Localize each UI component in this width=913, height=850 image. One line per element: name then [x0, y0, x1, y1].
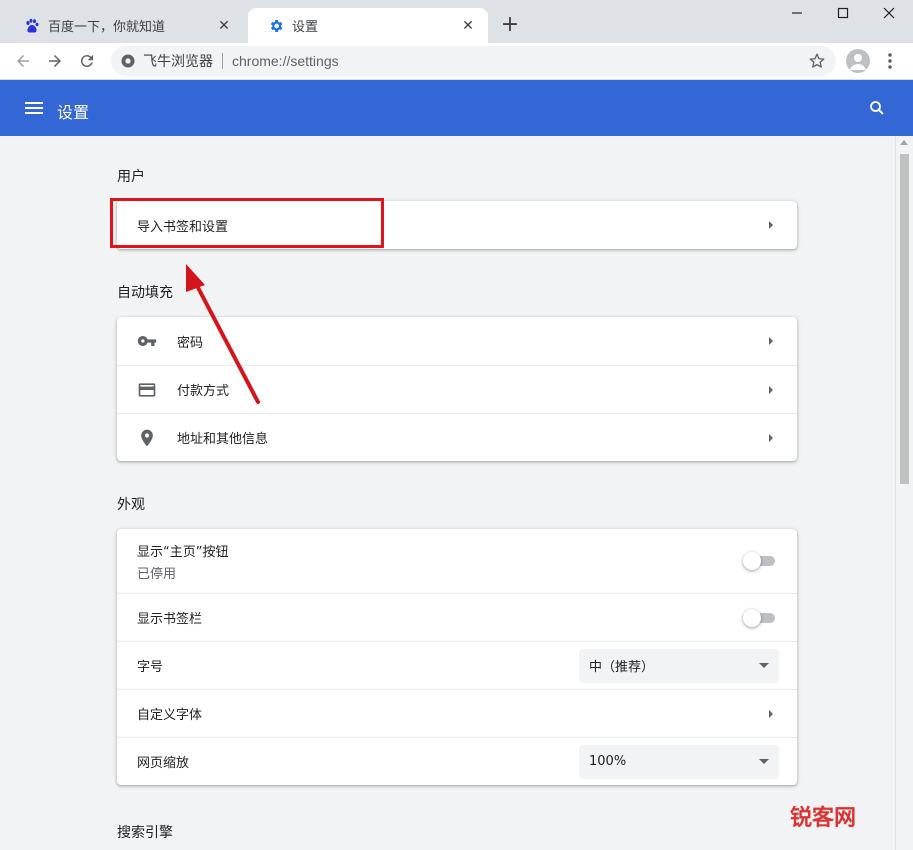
tab-title: 百度一下，你就知道 — [48, 20, 166, 35]
tab-close-icon[interactable]: ✕ — [460, 18, 476, 34]
vertical-scrollbar[interactable] — [895, 136, 913, 850]
row-text: 显示“主页”按钮 已停用 — [137, 541, 745, 582]
select-value: 100% — [589, 754, 627, 769]
row-custom-fonts[interactable]: 自定义字体 — [117, 689, 797, 737]
select-value: 中（推荐） — [589, 660, 655, 675]
back-button[interactable] — [11, 49, 35, 73]
row-show-home-button[interactable]: 显示“主页”按钮 已停用 — [117, 529, 797, 593]
omnibox-divider — [222, 53, 223, 69]
chevron-right-icon — [765, 708, 777, 720]
tab-baidu[interactable]: 百度一下，你就知道 ✕ — [4, 8, 244, 43]
forward-button[interactable] — [43, 49, 67, 73]
minimize-button[interactable] — [774, 4, 820, 26]
row-passwords[interactable]: 密码 — [117, 317, 797, 365]
row-label: 显示书签栏 — [137, 612, 203, 627]
card-appearance: 显示“主页”按钮 已停用 显示书签栏 字号 中（推荐） 自定义字体 网页缩放 1… — [117, 529, 797, 785]
bookmark-star-icon[interactable] — [808, 52, 826, 70]
new-tab-button[interactable]: + — [499, 14, 521, 36]
row-label: 密码 — [177, 335, 204, 351]
key-icon — [137, 331, 157, 351]
maximize-button[interactable] — [820, 4, 866, 26]
location-pin-icon — [137, 428, 157, 448]
page-zoom-select[interactable]: 100% — [579, 744, 779, 779]
hamburger-menu-icon[interactable] — [25, 99, 43, 117]
chevron-right-icon — [765, 432, 777, 444]
row-show-bookmarks-bar[interactable]: 显示书签栏 — [117, 593, 797, 641]
section-title-appearance: 外观 — [117, 497, 145, 513]
row-payment-methods[interactable]: 付款方式 — [117, 365, 797, 413]
row-font-size: 字号 中（推荐） — [117, 641, 797, 689]
browser-toolbar: 飞牛浏览器 chrome://settings — [0, 43, 913, 80]
tab-strip: 百度一下，你就知道 ✕ 设置 ✕ + — [0, 0, 913, 43]
font-size-select[interactable]: 中（推荐） — [579, 648, 779, 683]
card-autofill: 密码 付款方式 地址和其他信息 — [117, 317, 797, 461]
row-label: 显示“主页”按钮 — [137, 544, 229, 560]
reload-button[interactable] — [75, 49, 99, 73]
section-title-user: 用户 — [117, 169, 145, 185]
toggle-knob — [743, 608, 761, 627]
settings-header: 设置 — [0, 80, 913, 136]
search-icon[interactable] — [868, 99, 886, 117]
scroll-up-arrow-icon[interactable] — [900, 140, 908, 145]
tab-title: 设置 — [292, 20, 319, 35]
more-menu-icon[interactable] — [884, 50, 896, 72]
row-addresses[interactable]: 地址和其他信息 — [117, 413, 797, 461]
home-button-toggle[interactable] — [743, 551, 777, 571]
annotation-highlight-box — [110, 198, 384, 248]
chevron-right-icon — [765, 384, 777, 396]
profile-avatar[interactable] — [846, 49, 870, 73]
site-name: 飞牛浏览器 — [143, 54, 213, 70]
toggle-knob — [743, 552, 761, 570]
row-sublabel: 已停用 — [137, 566, 177, 582]
tab-settings[interactable]: 设置 ✕ — [248, 8, 488, 43]
row-label: 付款方式 — [177, 384, 230, 399]
dropdown-caret-icon — [759, 758, 769, 764]
tab-close-icon[interactable]: ✕ — [216, 18, 232, 34]
address-bar[interactable]: 飞牛浏览器 chrome://settings — [111, 46, 836, 76]
chevron-right-icon — [765, 335, 777, 347]
browser-logo-icon — [121, 54, 135, 68]
watermark-text: 锐客网 — [790, 806, 857, 831]
row-label: 地址和其他信息 — [177, 432, 269, 447]
baidu-paw-icon — [24, 18, 40, 34]
row-label: 网页缩放 — [137, 756, 190, 771]
gear-icon — [268, 18, 284, 34]
row-label: 字号 — [137, 660, 164, 675]
close-window-button[interactable] — [866, 4, 912, 26]
bookmarks-bar-toggle[interactable] — [743, 608, 777, 628]
url-text[interactable]: chrome://settings — [232, 53, 339, 69]
credit-card-icon — [137, 380, 157, 400]
row-label: 自定义字体 — [137, 708, 203, 723]
chevron-right-icon — [765, 219, 777, 231]
dropdown-caret-icon — [759, 662, 769, 668]
watermark-logo: 锐客网 — [790, 800, 856, 832]
row-page-zoom: 网页缩放 100% — [117, 737, 797, 785]
scroll-thumb[interactable] — [900, 154, 909, 484]
page-title: 设置 — [57, 103, 90, 122]
section-title-search: 搜索引擎 — [117, 825, 173, 841]
section-title-autofill: 自动填充 — [117, 285, 173, 301]
